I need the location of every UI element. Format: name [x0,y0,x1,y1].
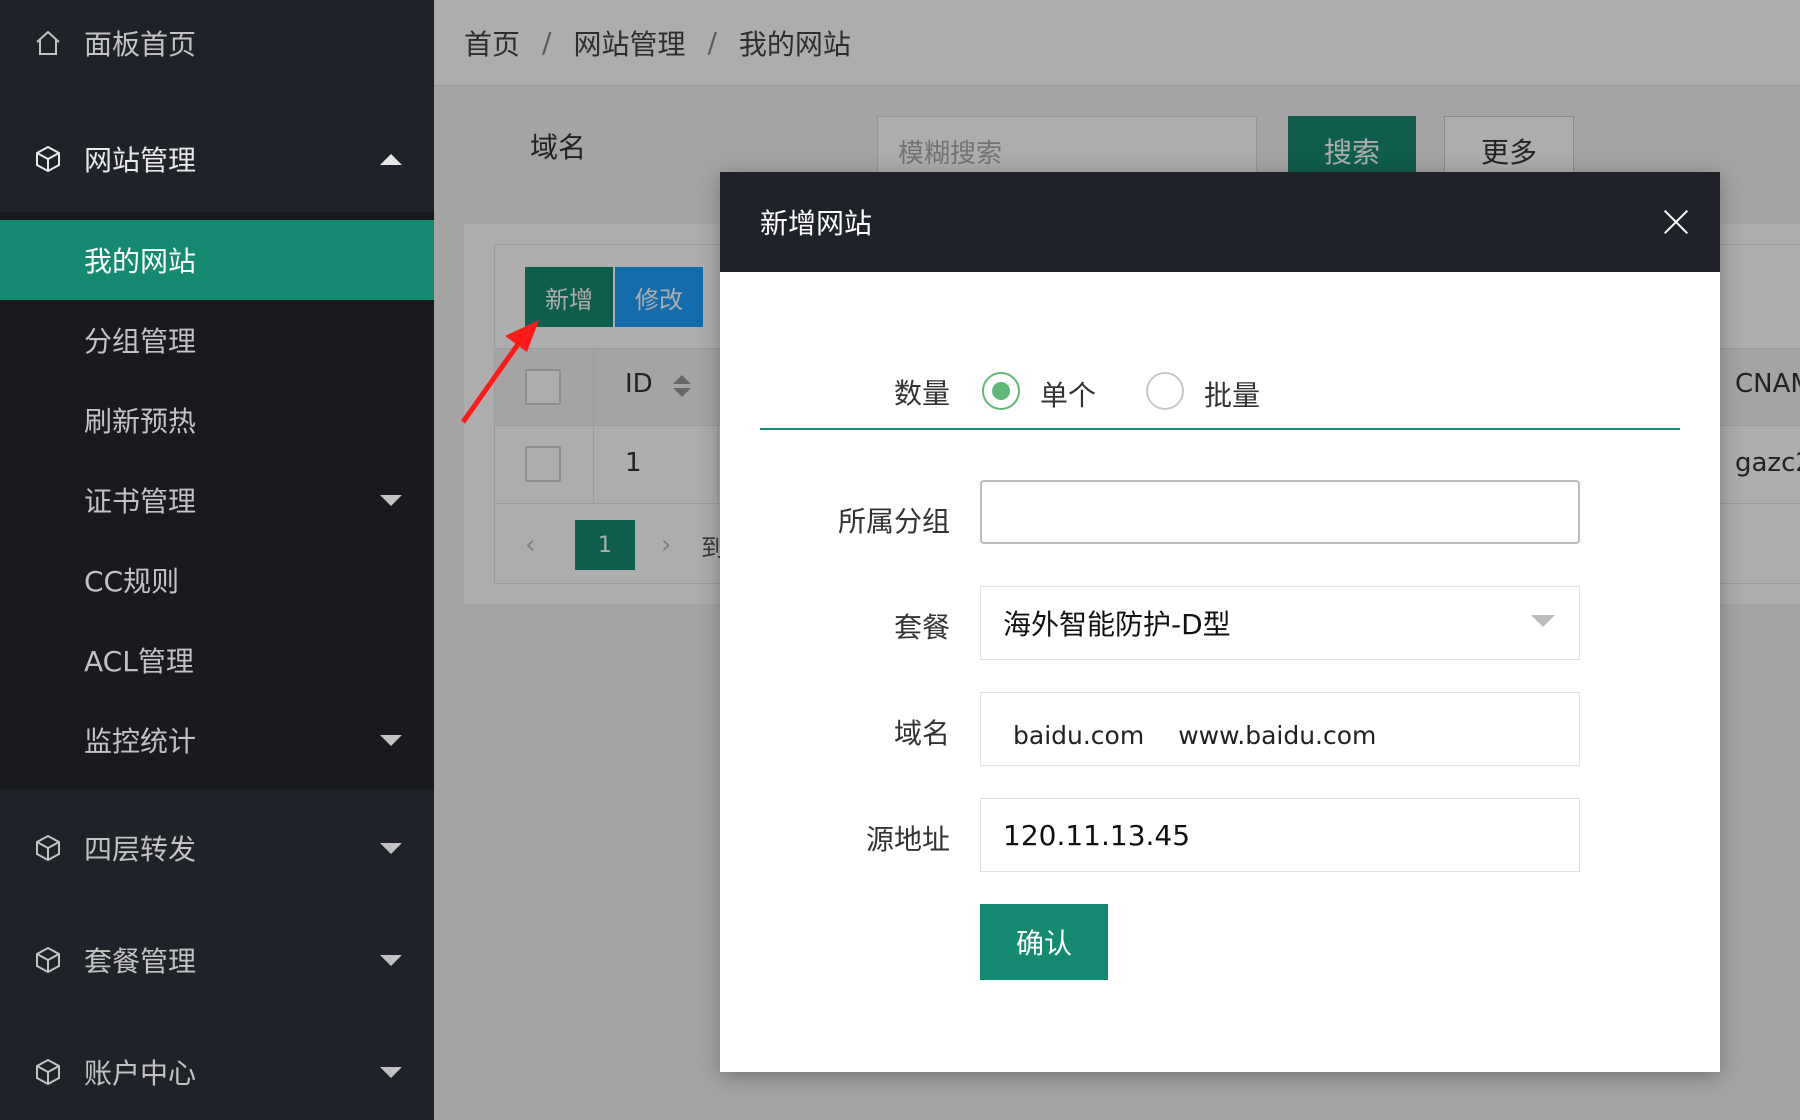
sidebar-item-label: 刷新预热 [84,405,197,438]
sidebar-item-refresh-preheat[interactable]: 刷新预热 [0,380,434,460]
cube-icon [34,834,62,862]
sidebar-item-my-sites[interactable]: 我的网站 [0,220,434,300]
cube-icon [34,1058,62,1086]
sidebar-item-label: ACL管理 [84,645,194,678]
domain-tag-input[interactable]: baidu.com www.baidu.com [980,692,1580,766]
origin-label: 源地址 [865,823,950,856]
annotation-arrow-icon [460,320,539,424]
chevron-down-icon [380,734,402,746]
package-label: 套餐 [893,611,950,644]
confirm-button[interactable]: 确认 [980,904,1108,980]
sidebar-item-package-mgmt[interactable]: 套餐管理 [0,912,434,1008]
sidebar-item-label: 我的网站 [84,245,197,278]
radio-batch[interactable] [1146,372,1184,410]
sidebar-item-group-mgmt[interactable]: 分组管理 [0,300,434,380]
sidebar-item-label: 网站管理 [84,144,197,177]
chevron-down-icon [380,494,402,506]
sidebar-item-website-mgmt[interactable]: 网站管理 [0,106,434,212]
quantity-label: 数量 [893,377,950,410]
cube-icon [34,946,62,974]
chevron-down-icon [1531,615,1555,627]
sidebar-item-label: 分组管理 [84,325,197,358]
close-icon[interactable] [1660,206,1692,238]
sidebar-item-monitoring[interactable]: 监控统计 [0,700,434,780]
chevron-down-icon [380,1066,402,1078]
package-select[interactable]: 海外智能防护-D型 [980,586,1580,660]
group-input[interactable] [980,480,1580,544]
sidebar-item-label: CC规则 [84,565,180,598]
sidebar-submenu: 我的网站 分组管理 刷新预热 证书管理 CC规则 ACL管理 监控统计 [0,212,434,790]
sidebar-item-cert-mgmt[interactable]: 证书管理 [0,460,434,540]
radio-batch-label[interactable]: 批量 [1204,374,1260,414]
sidebar-item-label: 监控统计 [84,725,197,758]
home-icon [34,29,62,57]
domain-label: 域名 [893,717,950,750]
sidebar-item-label: 面板首页 [84,28,197,61]
domain-tag: www.baidu.com [1178,720,1377,750]
chevron-up-icon [380,153,402,165]
sidebar-item-home[interactable]: 面板首页 [0,0,434,86]
sidebar-item-account-center[interactable]: 账户中心 [0,1024,434,1120]
sidebar-item-label: 证书管理 [84,485,197,518]
dialog-header: 新增网站 [720,172,1720,272]
section-divider [760,428,1680,430]
package-selected-value: 海外智能防护-D型 [1003,608,1231,641]
dialog-title: 新增网站 [760,207,873,240]
sidebar-item-label: 四层转发 [84,833,197,866]
sidebar-item-l4-forward[interactable]: 四层转发 [0,800,434,896]
origin-input[interactable]: 120.11.13.45 [980,798,1580,872]
sidebar: 面板首页 网站管理 我的网站 分组管理 刷新预热 证书管理 CC规则 ACL管理… [0,0,434,1120]
chevron-down-icon [380,842,402,854]
cube-icon [34,145,62,173]
domain-tag: baidu.com [1013,720,1145,750]
chevron-down-icon [380,954,402,966]
sidebar-item-cc-rules[interactable]: CC规则 [0,540,434,620]
sidebar-item-label: 账户中心 [84,1057,197,1090]
radio-single-label[interactable]: 单个 [1040,374,1096,414]
add-website-dialog: 新增网站 数量 单个 批量 所属分组 套餐 海外智能防护-D型 域名 baidu… [720,172,1720,1072]
group-label: 所属分组 [837,505,950,538]
radio-single[interactable] [982,372,1020,410]
sidebar-item-label: 套餐管理 [84,945,197,978]
sidebar-item-acl-mgmt[interactable]: ACL管理 [0,620,434,700]
